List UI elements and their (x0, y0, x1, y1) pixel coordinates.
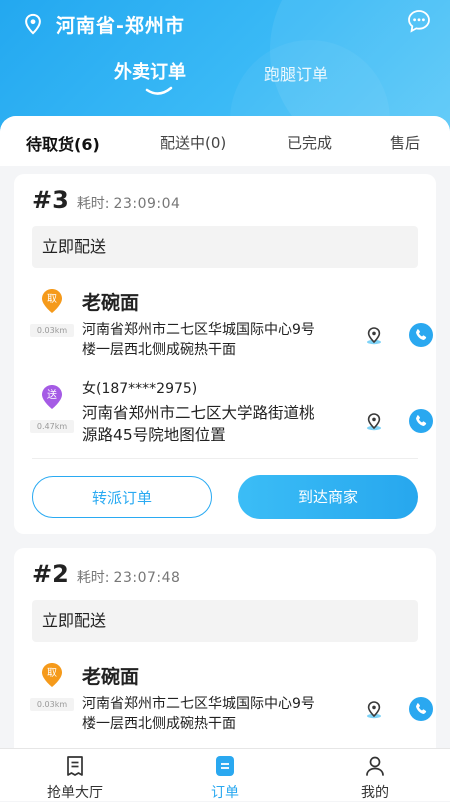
elapsed-label: 耗时: (76, 196, 110, 212)
tab-delivering[interactable]: 配送中(0) (160, 132, 226, 153)
order-card[interactable]: #3 耗时: 23:09:04 立即配送 取 0.03km 老碗面 河南省郑州市… (14, 174, 436, 534)
order-type-tabs: 外卖订单 跑腿订单 (0, 58, 450, 98)
tab-errand-orders[interactable]: 跑腿订单 (264, 61, 328, 85)
store-name: 老碗面 (82, 666, 140, 688)
store-name: 老碗面 (82, 292, 140, 314)
elapsed-label: 耗时: (76, 570, 110, 586)
nav-order-hall[interactable]: 抢单大厅 (25, 749, 125, 802)
tab-takeout-orders[interactable]: 外卖订单 (114, 58, 186, 84)
pickup-badge-text: 取 (47, 667, 57, 679)
order-number: #3 (32, 186, 69, 214)
nav-label: 抢单大厅 (47, 785, 103, 801)
divider (32, 458, 418, 459)
orders-icon (216, 756, 234, 776)
nav-orders[interactable]: 订单 (175, 749, 275, 802)
location-pin-icon (25, 13, 41, 35)
pickup-stop: 取 0.03km 老碗面 河南省郑州市二七区华城国际中心9号楼一层西北侧成碗热干… (30, 662, 433, 732)
dropoff-badge-text: 送 (47, 388, 57, 401)
order-card[interactable]: #2 耗时: 23:07:48 立即配送 取 0.03km 老碗面 河南省郑州市… (14, 548, 436, 748)
dropoff-badge-icon: 送 (42, 385, 62, 409)
tab-completed[interactable]: 已完成 (287, 132, 332, 153)
status-tabs: 待取货(6) 配送中(0) 已完成 售后 (0, 116, 450, 166)
dropoff-badge-group: 送 0.47km (30, 384, 74, 433)
pickup-badge-group: 取 0.03km (30, 662, 74, 711)
pickup-badge-icon: 取 (42, 289, 62, 313)
transfer-order-button[interactable]: 转派订单 (32, 476, 212, 518)
tab-after-sales[interactable]: 售后 (390, 132, 420, 153)
elapsed-time: 23:07:48 (113, 570, 181, 586)
delivery-type: 立即配送 (32, 600, 418, 642)
nav-label: 订单 (211, 785, 239, 801)
order-header: #3 耗时: 23:09:04 (32, 186, 180, 214)
store-address: 河南省郑州市二七区华城国际中心9号楼一层西北侧成碗热干面 (82, 696, 315, 732)
phone-icon[interactable] (409, 697, 433, 721)
order-number: #2 (32, 560, 69, 588)
navigate-icon[interactable] (364, 326, 384, 346)
elapsed-time: 23:09:04 (113, 196, 181, 212)
customer-contact: 女(187****2975) (82, 381, 198, 397)
phone-icon[interactable] (409, 409, 433, 433)
navigate-icon[interactable] (364, 412, 384, 432)
pickup-distance: 0.03km (30, 324, 74, 337)
nav-profile[interactable]: 我的 (325, 749, 425, 802)
pickup-badge-group: 取 0.03km (30, 288, 74, 337)
chat-bubble-icon[interactable] (406, 8, 432, 34)
pickup-stop: 取 0.03km 老碗面 河南省郑州市二七区华城国际中心9号楼一层西北侧成碗热干… (30, 288, 433, 358)
order-list-panel: 待取货(6) 配送中(0) 已完成 售后 #3 耗时: 23:09:04 立即配… (0, 116, 450, 748)
bottom-navigation: 抢单大厅 订单 我的 (0, 748, 450, 801)
store-address: 河南省郑州市二七区华城国际中心9号楼一层西北侧成碗热干面 (82, 322, 315, 358)
nav-label: 我的 (361, 785, 389, 801)
customer-address: 河南省郑州市二七区大学路街道桃源路45号院地图位置 (82, 404, 315, 444)
order-header: #2 耗时: 23:07:48 (32, 560, 180, 588)
location-selector[interactable]: 河南省-郑州市 (22, 10, 185, 38)
pickup-badge-text: 取 (47, 293, 57, 305)
phone-icon[interactable] (409, 323, 433, 347)
pickup-distance: 0.03km (30, 698, 74, 711)
delivery-type: 立即配送 (32, 226, 418, 268)
order-hall-icon (67, 756, 83, 776)
dropoff-distance: 0.47km (30, 420, 74, 433)
dropoff-stop: 送 0.47km 女(187****2975) 河南省郑州市二七区大学路街道桃源… (30, 378, 433, 462)
profile-icon (366, 756, 384, 776)
navigate-icon[interactable] (364, 700, 384, 720)
pickup-badge-icon: 取 (42, 663, 62, 687)
location-text: 河南省-郑州市 (56, 14, 185, 37)
active-tab-indicator (145, 86, 173, 95)
tab-awaiting-pickup[interactable]: 待取货(6) (26, 131, 100, 155)
arrive-store-button[interactable]: 到达商家 (238, 475, 418, 519)
